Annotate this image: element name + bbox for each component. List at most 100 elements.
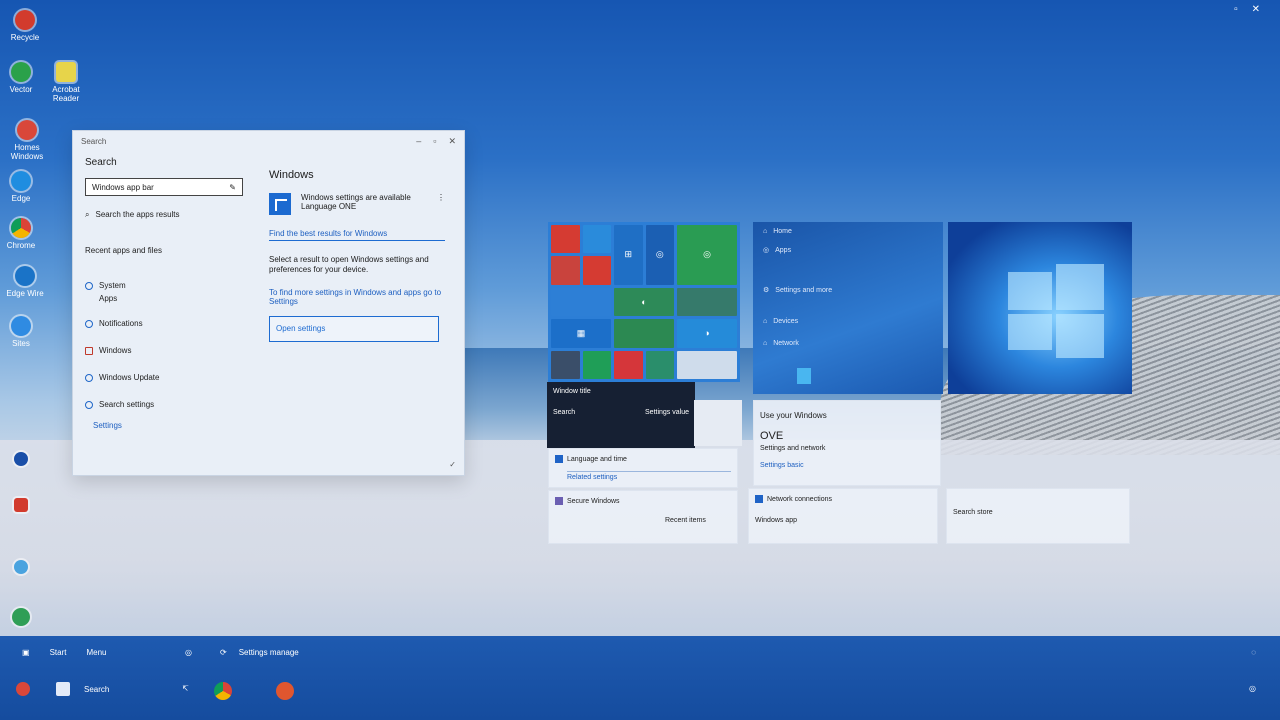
desktop-icon-edge-wire[interactable]: Edge Wire xyxy=(0,266,53,298)
popup-title: Window title xyxy=(553,388,591,395)
secure-icon xyxy=(555,497,563,505)
results-link[interactable]: ⌕ Search the apps results xyxy=(85,210,245,220)
tile[interactable]: ◎ xyxy=(677,225,737,285)
bottom-card[interactable]: Secure Windows Recent items xyxy=(548,490,738,544)
more-icon[interactable]: ⋮ xyxy=(437,193,445,202)
taskbar-app-1[interactable] xyxy=(16,682,30,696)
search-input[interactable]: Windows app bar ✎ xyxy=(85,178,243,196)
tile[interactable]: ◑ xyxy=(677,319,737,348)
windows-icon xyxy=(85,347,93,355)
search-button[interactable]: ◎ xyxy=(185,648,192,657)
tile[interactable] xyxy=(551,256,580,285)
edge-wire-icon xyxy=(15,266,35,286)
notification-button[interactable]: ◌ xyxy=(1251,648,1256,657)
desktop-icon-app3[interactable] xyxy=(0,560,49,577)
search-window: Search – ▫ ✕ Search Windows app bar ✎ ⌕ … xyxy=(72,130,465,476)
bottom-card[interactable]: Network connections Windows app xyxy=(748,488,938,544)
start-button[interactable]: ▣ Start Menu xyxy=(22,648,106,657)
refresh-icon: ⟳ xyxy=(220,648,227,657)
tile[interactable] xyxy=(677,287,737,317)
info-link[interactable]: Settings basic xyxy=(760,462,934,469)
desktop-icon-app2[interactable] xyxy=(0,498,49,515)
search-heading: Search xyxy=(85,157,117,168)
search-icon: ⌕ xyxy=(85,210,90,219)
taskbar-app-4[interactable] xyxy=(276,682,294,700)
info-card[interactable]: Use your Windows OVE Settings and networ… xyxy=(753,400,941,486)
panel-item[interactable]: ⌂ Devices xyxy=(763,318,798,325)
nav-item-windows[interactable]: Windows xyxy=(85,346,245,355)
minimize-icon[interactable]: – xyxy=(416,136,421,147)
info-line2: OVE xyxy=(760,430,784,442)
open-settings-button[interactable]: Open settings xyxy=(269,315,439,342)
panel-tile[interactable] xyxy=(797,368,811,384)
popup-left: Search xyxy=(553,409,576,416)
help-icon: ◎ xyxy=(1249,684,1256,693)
tile[interactable] xyxy=(551,225,580,254)
tile[interactable] xyxy=(582,256,611,285)
bottom-card[interactable]: Language and time Related settings xyxy=(548,448,738,488)
app-icon xyxy=(14,498,28,512)
tile[interactable] xyxy=(582,225,611,254)
nav-item-settings[interactable]: Settings xyxy=(93,421,245,430)
language-icon xyxy=(555,455,563,463)
vector-icon xyxy=(11,62,31,82)
tile[interactable] xyxy=(551,350,580,379)
network-icon: ⌂ xyxy=(763,340,768,347)
nav-item-notifications[interactable]: Notifications xyxy=(85,319,245,328)
tile[interactable] xyxy=(677,350,737,379)
devices-icon: ⌂ xyxy=(763,318,768,325)
desktop-icon-acrobat[interactable]: Acrobat Reader xyxy=(38,62,94,103)
close-icon[interactable]: ✕ xyxy=(1252,4,1260,15)
desktop-icon-homes[interactable]: Homes Windows xyxy=(0,120,55,161)
desktop-icon-recycle[interactable]: Recycle xyxy=(0,10,53,42)
tile[interactable] xyxy=(645,350,674,379)
panel-item[interactable]: ⚙ Settings and more xyxy=(763,286,832,295)
system-icon xyxy=(85,282,93,290)
desktop-icon-edge[interactable]: Edge xyxy=(0,171,49,203)
logo-pane xyxy=(1056,264,1104,310)
tile[interactable] xyxy=(614,319,674,348)
nav-item-update[interactable]: Windows Update xyxy=(85,373,245,382)
tray-icon[interactable]: ▫ xyxy=(1234,4,1238,15)
bottom-card[interactable]: Search store xyxy=(946,488,1130,544)
taskbar-app-2[interactable]: Search xyxy=(56,682,109,696)
desktop-icon-chrome[interactable]: Chrome xyxy=(0,218,49,250)
desktop-icon-app1[interactable] xyxy=(0,452,49,469)
tile[interactable]: ⊞ xyxy=(614,225,643,285)
tile[interactable] xyxy=(582,350,611,379)
homes-icon xyxy=(17,120,37,140)
panel-item[interactable]: ⌂ Home xyxy=(763,228,792,235)
app-icon xyxy=(16,682,30,696)
tile[interactable]: ◎ xyxy=(645,225,674,285)
tile[interactable] xyxy=(551,287,611,317)
action-center-button[interactable]: ◎ xyxy=(1249,684,1256,693)
tile[interactable]: ▦ xyxy=(551,319,611,348)
apps-icon: ◎ xyxy=(763,247,770,254)
logo-pane xyxy=(1008,314,1052,350)
result-link[interactable]: Find the best results for Windows xyxy=(269,229,445,241)
panel-item[interactable]: ⌂ Network xyxy=(763,340,799,347)
dark-popup[interactable]: Window title Search Settings value xyxy=(547,382,695,448)
maximize-icon[interactable]: ▫ xyxy=(433,136,436,147)
nav-item-apps[interactable]: Apps xyxy=(99,294,245,303)
panel-item[interactable]: ◎ Apps xyxy=(763,246,791,255)
tile[interactable]: ◐ xyxy=(614,287,674,317)
nav-item-search-settings[interactable]: Search settings xyxy=(85,400,245,409)
popup-right: Settings value xyxy=(645,409,689,416)
sites-icon xyxy=(11,316,31,336)
taskbar-arrow[interactable]: ↸ xyxy=(182,684,189,693)
chrome-icon xyxy=(214,682,232,700)
search-icon: ◎ xyxy=(185,648,192,657)
desktop-icon-app4[interactable] xyxy=(0,608,49,629)
nav-item-system[interactable]: System xyxy=(85,281,245,290)
result-link-2[interactable]: To find more settings in Windows and app… xyxy=(269,288,445,306)
start-icon: ▣ xyxy=(22,648,30,657)
settings-button[interactable]: ⟳ Settings manage xyxy=(220,648,299,657)
windows-wallpaper-preview[interactable] xyxy=(948,222,1132,394)
result-app[interactable]: Windows settings are available Language … xyxy=(269,193,445,215)
desktop-icon-sites[interactable]: Sites xyxy=(0,316,49,348)
section-recent: Recent apps and files xyxy=(85,246,162,255)
tile[interactable] xyxy=(614,350,643,379)
taskbar-app-3[interactable] xyxy=(214,682,232,700)
close-icon[interactable]: ✕ xyxy=(448,136,456,147)
